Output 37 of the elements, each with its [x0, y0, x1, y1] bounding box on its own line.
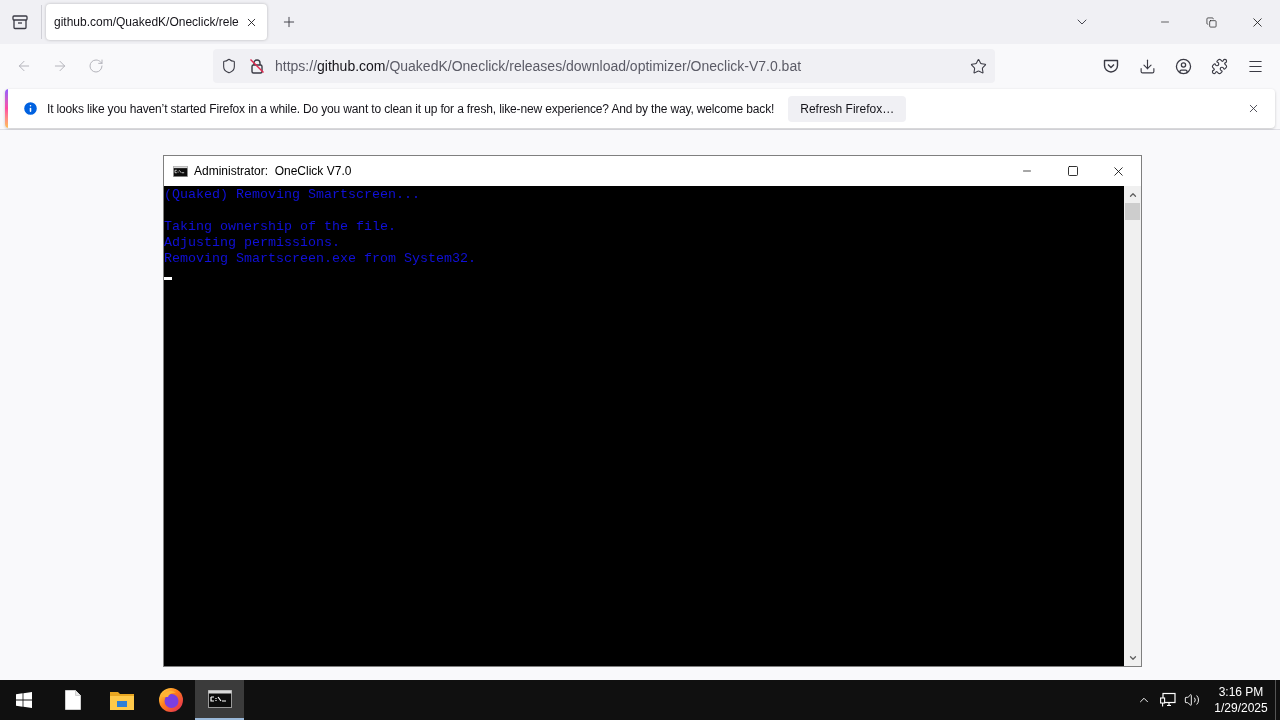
- console-icon: [173, 165, 188, 177]
- puzzle-icon: [1210, 57, 1228, 75]
- info-icon: [22, 100, 39, 117]
- folder-icon: [109, 690, 134, 710]
- console-line: Removing Smartscreen.exe from System32.: [164, 251, 476, 267]
- account-icon: [1174, 57, 1192, 75]
- document-icon: [64, 690, 81, 710]
- network-monitor-icon: [1160, 692, 1176, 708]
- notification-message: It looks like you haven’t started Firefox in a while. Do you want to clean it up for a fresh, like-new experience? And by the way, welcome back!: [47, 100, 775, 118]
- console-icon: [207, 690, 232, 708]
- archive-box-icon: [12, 14, 28, 30]
- star-icon[interactable]: [970, 57, 987, 75]
- reload-icon: [88, 58, 104, 74]
- restore-icon: [1205, 16, 1217, 28]
- right-arrow-icon: [52, 58, 68, 74]
- crossed-lock-icon: [249, 58, 265, 74]
- clock-date: 1/29/2025: [1214, 700, 1268, 716]
- console-line: Taking ownership of the file.: [164, 219, 396, 235]
- console-line: (Quaked) Removing Smartscreen...: [164, 187, 420, 203]
- round-logo-icon: [158, 688, 183, 712]
- pocket-icon: [1103, 58, 1119, 74]
- refresh-button[interactable]: Refresh Firefox…: [788, 95, 907, 122]
- four-pane-logo-icon: [16, 692, 32, 708]
- shield-icon: [221, 58, 237, 74]
- address-bar[interactable]: https://github.com/QuakedK/Oneclick/releases/download/optimizer/Oneclick-V7.0.bat: [213, 49, 995, 83]
- url-text: https://github.com/QuakedK/Oneclick/releases/download/optimizer/Oneclick-V7.0.bat: [275, 56, 802, 76]
- taskbar-app-button[interactable]: [195, 680, 244, 720]
- clock-time: 3:16 PM: [1218, 684, 1264, 700]
- browser-tab[interactable]: github.com/QuakedK/Oneclick/rele: [46, 4, 267, 40]
- download-icon: [1138, 57, 1156, 75]
- plus-icon: [281, 14, 297, 30]
- maximize-icon: [1067, 165, 1079, 177]
- speaker-icon: [1184, 692, 1200, 708]
- console-line: Adjusting permissions.: [164, 235, 340, 251]
- clock[interactable]: 3:16 PM 1/29/2025: [1210, 680, 1272, 720]
- scrollbar-thumb[interactable]: [1125, 203, 1140, 220]
- window-title: Administrator: OneClick V7.0: [194, 163, 352, 180]
